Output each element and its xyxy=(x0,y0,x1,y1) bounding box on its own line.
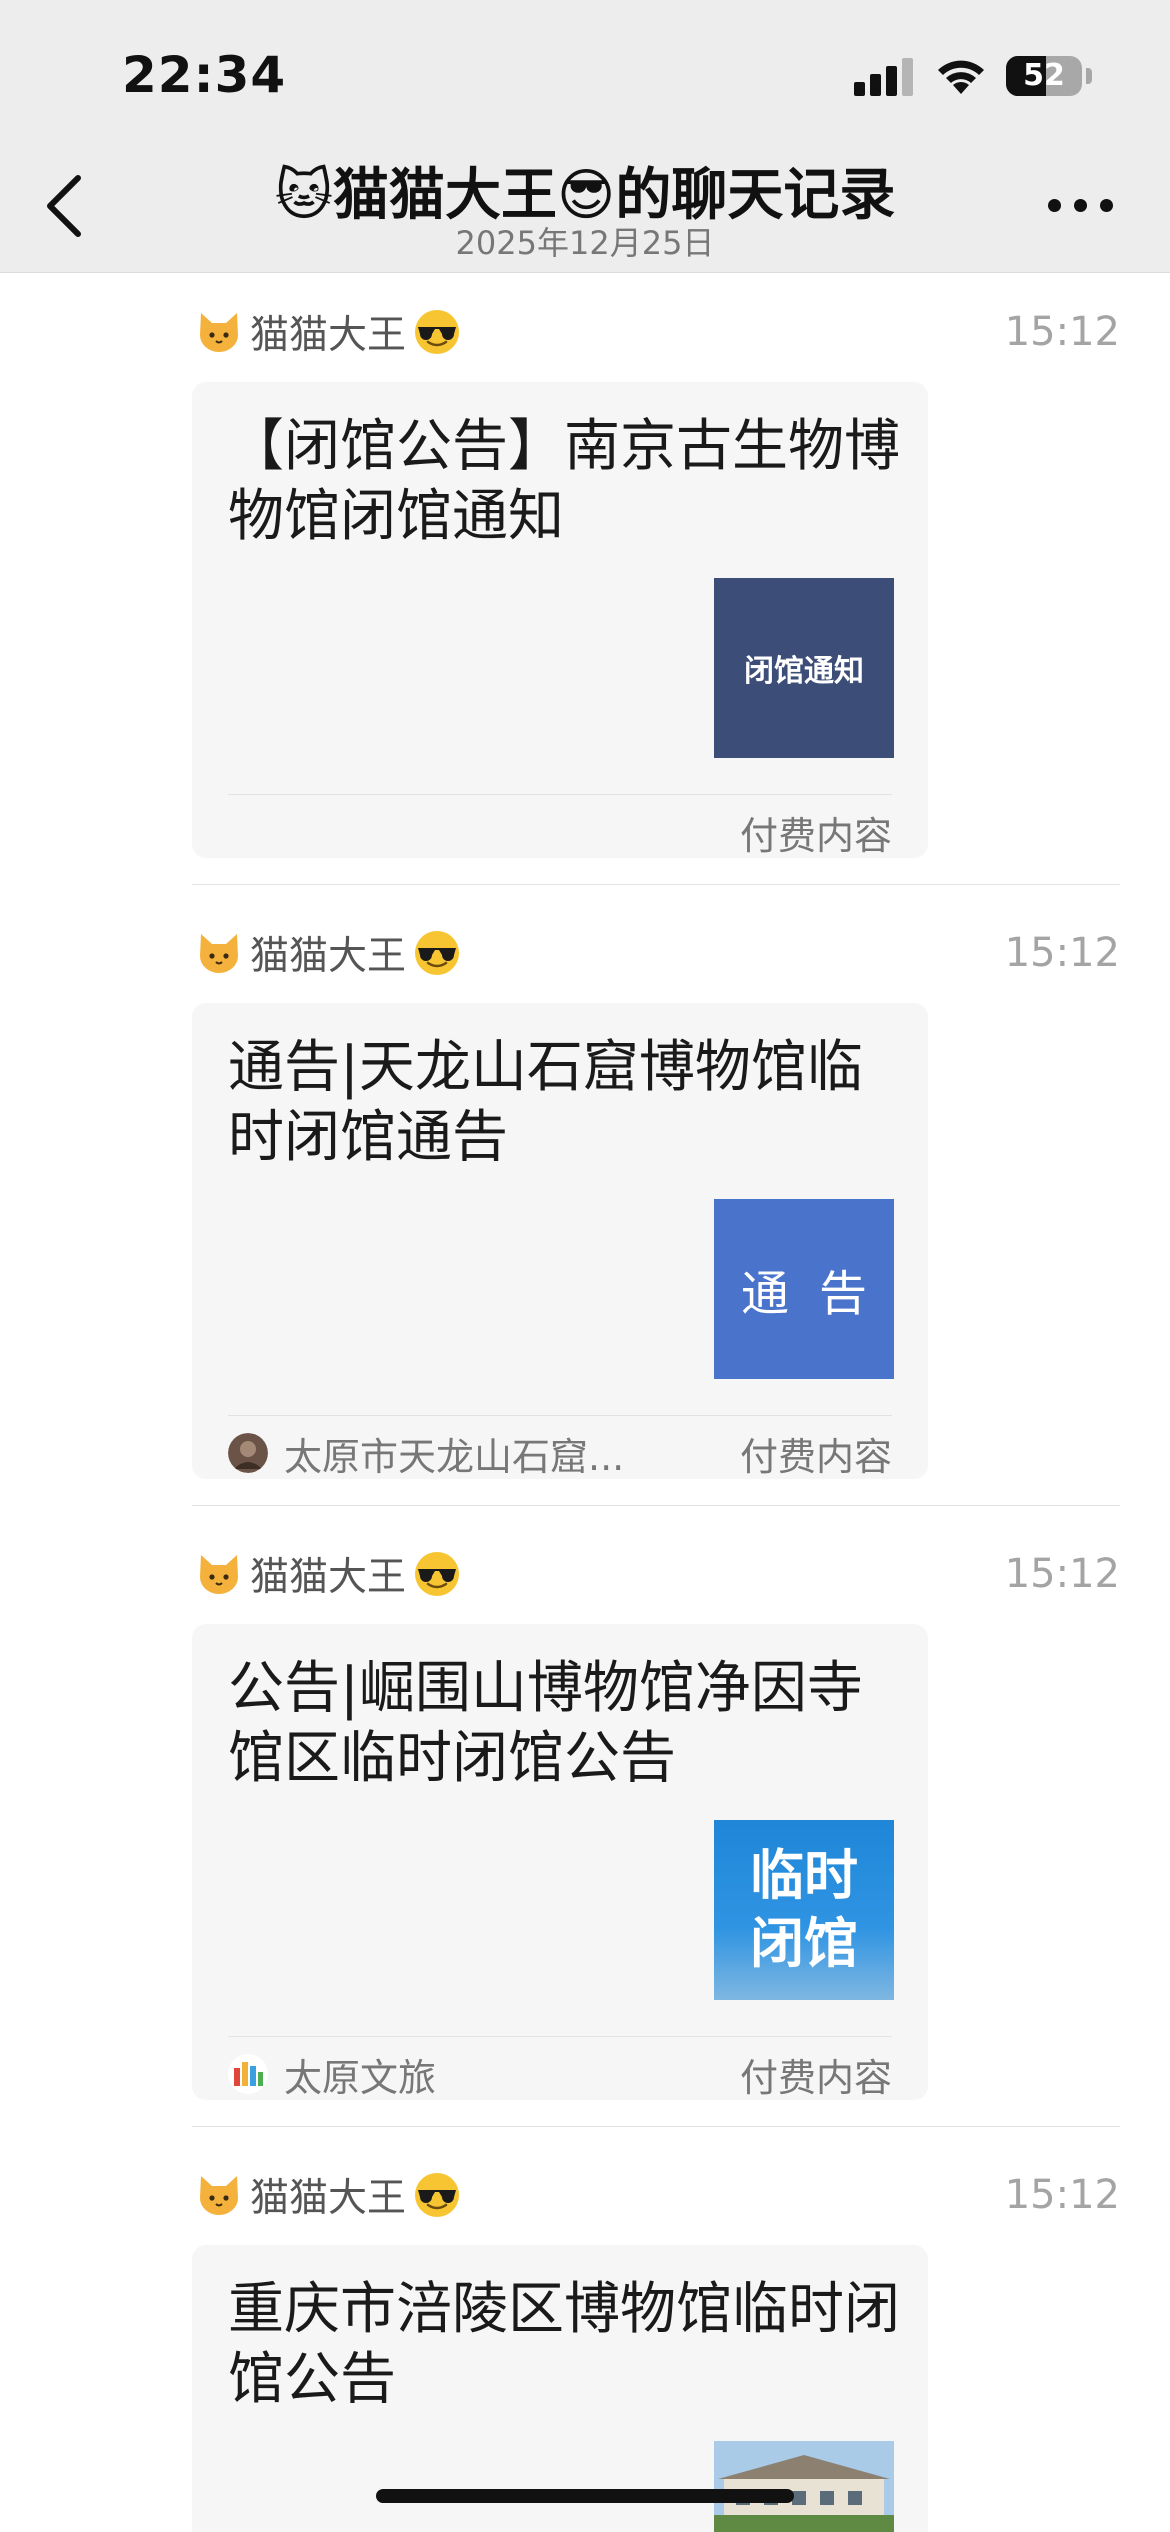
article-source[interactable]: 太原文旅 xyxy=(228,2047,740,2102)
battery-icon: 52 xyxy=(1006,56,1082,96)
sender-name: 猫猫大王 xyxy=(250,313,407,358)
thumbnail-char: 告 xyxy=(818,1266,867,1322)
chat-message: 猫猫大王 15:12 重庆市涪陵区博物馆临时闭馆公告 xyxy=(0,2165,1170,2532)
building-photo-icon xyxy=(714,2441,894,2532)
status-time: 22:34 xyxy=(122,46,287,104)
sender-row: 猫猫大王 xyxy=(196,1544,462,1604)
paid-content-label: 付费内容 xyxy=(739,813,892,858)
message-separator xyxy=(192,1505,1120,1506)
card-footer: 太原文旅 付费内容 xyxy=(228,2044,892,2104)
message-time: 15:12 xyxy=(1004,2172,1120,2218)
more-options-icon[interactable] xyxy=(1040,190,1120,220)
article-title: 重庆市涪陵区博物馆临时闭馆公告 xyxy=(228,2277,900,2412)
message-time: 15:12 xyxy=(1004,930,1120,976)
article-title: 通告|天龙山石窟博物馆临时闭馆通告 xyxy=(228,1035,863,1170)
sender-name: 猫猫大王 xyxy=(250,1555,407,1600)
battery-tip xyxy=(1086,68,1092,84)
cat-face-icon xyxy=(200,934,238,973)
card-divider xyxy=(228,794,892,795)
cat-face-icon xyxy=(200,2176,238,2215)
home-indicator[interactable] xyxy=(376,2489,794,2503)
source-name: 太原文旅 xyxy=(284,2055,437,2100)
message-time: 15:12 xyxy=(1004,309,1120,355)
article-thumbnail: 临时 闭馆 xyxy=(714,1820,894,2000)
cat-face-icon xyxy=(200,313,238,352)
paid-content-label: 付费内容 xyxy=(739,2055,892,2100)
page-subtitle-date: 2025年12月25日 xyxy=(455,224,715,262)
chat-message: 猫猫大王 15:12 通告|天龙山石窟博物馆临时闭馆通告 通 告 太原市天龙山石… xyxy=(0,923,1170,1483)
card-divider xyxy=(228,2036,892,2037)
article-thumbnail: 闭馆通知 xyxy=(714,578,894,758)
chat-history-screen: 22:34 52 🐱猫猫大王😎的聊天记录 2025年12月25日 猫猫大王 15… xyxy=(0,0,1170,2532)
article-title: 公告|崛围山博物馆净因寺馆区临时闭馆公告 xyxy=(228,1656,863,1791)
sender-name: 猫猫大王 xyxy=(250,2176,407,2221)
thumbnail-line: 临时 xyxy=(750,1844,858,1907)
message-separator xyxy=(192,2126,1120,2127)
article-thumbnail xyxy=(714,2441,894,2532)
sunglasses-face-icon xyxy=(415,310,460,354)
sender-row: 猫猫大王 xyxy=(196,2165,462,2225)
thumbnail-char: 通 xyxy=(740,1266,789,1322)
sunglasses-face-icon xyxy=(415,1552,460,1596)
sender-row: 猫猫大王 xyxy=(196,923,462,983)
paid-content-label: 付费内容 xyxy=(739,1434,892,1479)
card-footer: 太原市天龙山石窟... 付费内容 xyxy=(228,1423,892,1483)
battery-percentage: 52 xyxy=(1023,58,1065,93)
sender-name: 猫猫大王 xyxy=(250,934,407,979)
card-footer: 付费内容 xyxy=(228,802,892,862)
message-separator xyxy=(192,884,1120,885)
wifi-icon xyxy=(938,60,984,94)
source-logo-icon xyxy=(228,2054,268,2094)
thumbnail-photo xyxy=(714,2441,894,2532)
thumbnail-line: 闭馆 xyxy=(750,1912,858,1975)
article-card[interactable]: 【闭馆公告】南京古生物博物馆闭馆通知 闭馆通知 付费内容 xyxy=(192,382,928,858)
card-divider xyxy=(228,1415,892,1416)
cellular-signal-icon xyxy=(854,58,916,96)
thumbnail-label: 临时 闭馆 xyxy=(714,1820,894,2000)
sunglasses-face-icon xyxy=(415,931,460,975)
back-chevron-icon[interactable] xyxy=(36,166,96,246)
chat-message: 猫猫大王 15:12 【闭馆公告】南京古生物博物馆闭馆通知 闭馆通知 付费内容 xyxy=(0,302,1170,862)
article-title: 【闭馆公告】南京古生物博物馆闭馆通知 xyxy=(228,414,900,549)
chat-message: 猫猫大王 15:12 公告|崛围山博物馆净因寺馆区临时闭馆公告 临时 闭馆 太原… xyxy=(0,1544,1170,2104)
article-thumbnail: 通 告 xyxy=(714,1199,894,1379)
source-avatar-icon xyxy=(228,1433,268,1473)
sunglasses-face-icon xyxy=(415,2173,460,2217)
source-name: 太原市天龙山石窟... xyxy=(284,1434,625,1479)
article-card[interactable]: 公告|崛围山博物馆净因寺馆区临时闭馆公告 临时 闭馆 太原文旅 付费内容 xyxy=(192,1624,928,2100)
thumbnail-label: 通 告 xyxy=(714,1199,894,1379)
sender-row: 猫猫大王 xyxy=(196,302,462,362)
message-time: 15:12 xyxy=(1004,1551,1120,1597)
thumbnail-label: 闭馆通知 xyxy=(714,578,894,758)
article-source[interactable]: 太原市天龙山石窟... xyxy=(228,1426,740,1481)
cat-face-icon xyxy=(200,1555,238,1594)
navigation-bar: 22:34 52 🐱猫猫大王😎的聊天记录 2025年12月25日 xyxy=(0,0,1170,273)
article-card[interactable]: 通告|天龙山石窟博物馆临时闭馆通告 通 告 太原市天龙山石窟... 付费内容 xyxy=(192,1003,928,1479)
